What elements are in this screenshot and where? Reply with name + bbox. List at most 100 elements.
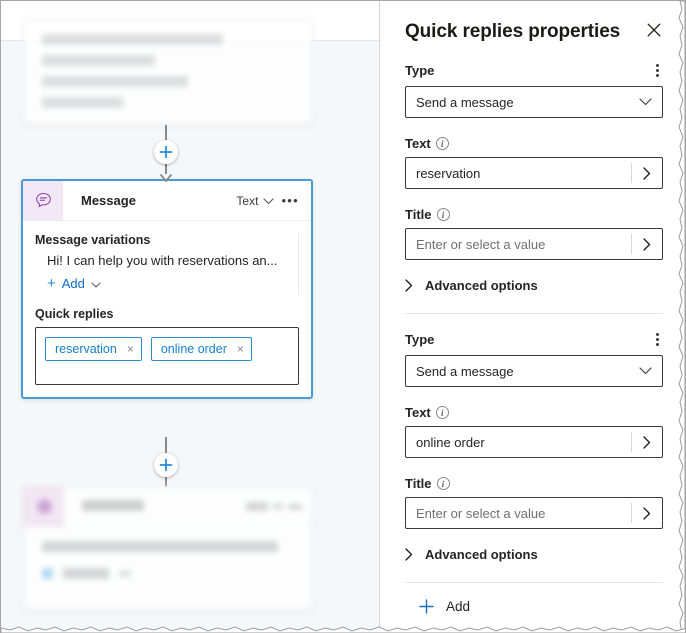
- text-input[interactable]: online order: [405, 426, 663, 458]
- message-node-header: Message Text •••: [23, 180, 311, 221]
- chevron-right-icon[interactable]: [632, 506, 662, 520]
- blurred-node-above[interactable]: [23, 19, 313, 125]
- blurred-text-line: [42, 541, 278, 552]
- add-quick-reply-button[interactable]: Add: [419, 599, 663, 614]
- type-field-row: Type: [405, 330, 663, 349]
- blurred-node-body: [24, 527, 312, 589]
- quick-reply-chip-label: online order: [160, 342, 227, 356]
- quick-reply-group-2: Type Send a message Text i online order: [405, 330, 663, 562]
- quick-reply-chip[interactable]: reservation ×: [45, 337, 142, 361]
- title-label-text: Title: [405, 476, 432, 491]
- chevron-right-icon[interactable]: [632, 435, 662, 449]
- advanced-options-toggle[interactable]: Advanced options: [393, 547, 663, 562]
- add-node-button-bottom[interactable]: [154, 453, 178, 477]
- title-input-placeholder: Enter or select a value: [416, 505, 546, 521]
- group-more-options-icon[interactable]: [652, 61, 663, 80]
- text-label: Text i: [405, 136, 449, 151]
- blurred-message-node-below[interactable]: [23, 486, 313, 611]
- advanced-options-toggle[interactable]: Advanced options: [393, 278, 663, 293]
- info-icon[interactable]: i: [436, 208, 450, 221]
- chevron-right-icon[interactable]: [632, 166, 662, 180]
- quick-replies-label: Quick replies: [35, 307, 114, 321]
- remove-chip-icon[interactable]: ×: [127, 343, 134, 355]
- quick-reply-chip[interactable]: online order ×: [150, 337, 252, 361]
- message-node-title: Message: [81, 193, 136, 208]
- app-window: Message Text ••• Message variations Hi! …: [0, 0, 686, 633]
- quick-reply-group-1: Type Send a message Text i reservation T…: [405, 61, 663, 293]
- text-field-row: Text i: [405, 405, 663, 420]
- blurred-add-row: [42, 568, 298, 579]
- message-bubble-icon: [24, 486, 64, 527]
- blurred-text-line: [42, 55, 156, 66]
- quick-reply-chip-label: reservation: [55, 342, 117, 356]
- page-title: Quick replies properties: [405, 21, 621, 42]
- title-label-text: Title: [405, 207, 432, 222]
- add-quick-reply-label: Add: [446, 599, 471, 614]
- chevron-right-icon[interactable]: [632, 237, 662, 251]
- info-icon[interactable]: i: [435, 137, 449, 150]
- text-field-row: Text i: [405, 136, 663, 151]
- blurred-text-line: [42, 97, 123, 108]
- add-variation-button[interactable]: + Add: [47, 276, 101, 291]
- plus-icon: [419, 599, 434, 614]
- chevron-down-icon: [639, 98, 662, 106]
- advanced-options-label: Advanced options: [425, 278, 538, 293]
- title-field-row: Title i: [405, 476, 663, 491]
- blurred-icon-shape: [36, 499, 52, 514]
- text-label-text: Text: [405, 405, 431, 420]
- message-node-header-controls: Text •••: [236, 193, 301, 208]
- chevron-down-icon: [91, 276, 101, 291]
- blurred-text-line: [42, 34, 224, 45]
- chevron-right-icon: [405, 279, 413, 292]
- message-node-body: Message variations Hi! I can help you wi…: [23, 221, 311, 397]
- info-icon[interactable]: i: [435, 406, 449, 419]
- group-divider: [405, 313, 663, 314]
- type-select[interactable]: Send a message: [405, 355, 663, 387]
- add-node-button-top[interactable]: [154, 140, 178, 164]
- title-label: Title i: [405, 207, 450, 222]
- message-node[interactable]: Message Text ••• Message variations Hi! …: [21, 179, 313, 399]
- title-input-placeholder: Enter or select a value: [416, 236, 546, 252]
- message-variations-label: Message variations: [35, 233, 151, 247]
- type-field-row: Type: [405, 61, 663, 80]
- title-label: Title i: [405, 476, 450, 491]
- type-label: Type: [405, 332, 435, 347]
- text-input[interactable]: reservation: [405, 157, 663, 189]
- add-variation-label: Add: [61, 276, 85, 291]
- chevron-down-icon: [639, 367, 662, 375]
- text-label: Text i: [405, 405, 449, 420]
- add-divider: [405, 582, 663, 583]
- blurred-node-title: [82, 499, 246, 514]
- blurred-text-line: [42, 76, 189, 87]
- blurred-node-controls: [246, 502, 302, 511]
- info-icon[interactable]: i: [436, 477, 450, 490]
- quick-replies-properties-panel: Quick replies properties Type Send a mes…: [381, 1, 685, 633]
- connector-arrow: [160, 171, 172, 186]
- chevron-down-icon[interactable]: [263, 194, 275, 208]
- type-select-value: Send a message: [416, 363, 514, 379]
- type-select[interactable]: Send a message: [405, 86, 663, 118]
- title-input[interactable]: Enter or select a value: [405, 228, 663, 260]
- connector-line: [165, 437, 167, 454]
- variations-divider: [298, 233, 299, 295]
- title-input[interactable]: Enter or select a value: [405, 497, 663, 529]
- message-bubble-icon: [23, 180, 63, 221]
- text-input-value: online order: [416, 434, 485, 450]
- blurred-node-header: [24, 486, 312, 527]
- title-field-row: Title i: [405, 207, 663, 222]
- advanced-options-label: Advanced options: [425, 547, 538, 562]
- close-icon[interactable]: [645, 21, 663, 39]
- authoring-canvas[interactable]: Message Text ••• Message variations Hi! …: [1, 1, 380, 633]
- type-label: Type: [405, 63, 435, 78]
- remove-chip-icon[interactable]: ×: [237, 343, 244, 355]
- message-variation-text[interactable]: Hi! I can help you with reservations an.…: [47, 253, 299, 268]
- chevron-right-icon: [405, 548, 413, 561]
- quick-replies-box[interactable]: reservation × online order ×: [35, 327, 299, 385]
- panel-header: Quick replies properties: [405, 1, 663, 43]
- group-more-options-icon[interactable]: [652, 330, 663, 349]
- text-input-value: reservation: [416, 165, 481, 181]
- text-label-text: Text: [405, 136, 431, 151]
- more-options-icon[interactable]: •••: [279, 193, 301, 208]
- message-mode-label[interactable]: Text: [236, 194, 258, 208]
- type-select-value: Send a message: [416, 94, 514, 110]
